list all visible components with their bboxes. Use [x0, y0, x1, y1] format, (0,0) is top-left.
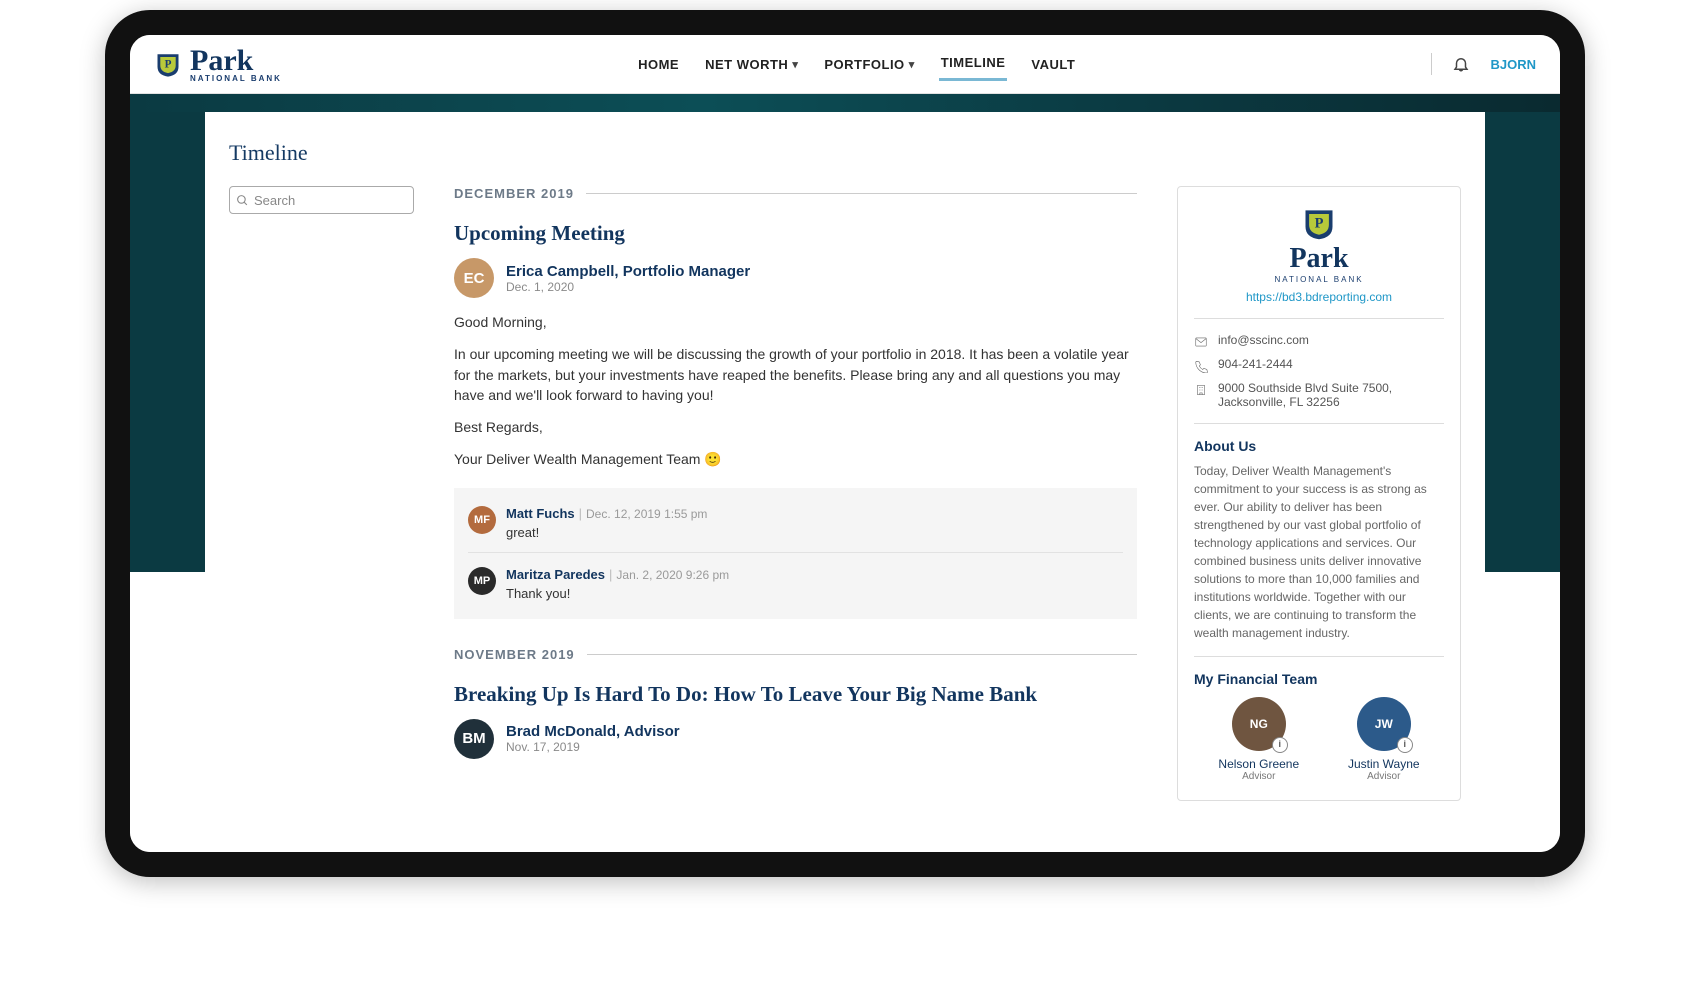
- building-icon: [1194, 383, 1208, 397]
- nav-net-worth[interactable]: NET WORTH▾: [703, 47, 800, 81]
- reply-meta: Jan. 2, 2020 9:26 pm: [616, 568, 729, 582]
- team-heading: My Financial Team: [1194, 671, 1444, 687]
- section-label: NOVEMBER 2019: [454, 647, 1137, 662]
- avatar: MP: [468, 567, 496, 595]
- brand-logo[interactable]: P Park NATIONAL BANK: [154, 46, 282, 83]
- svg-text:P: P: [1315, 216, 1324, 232]
- post-author: BM Brad McDonald, AdvisorNov. 17, 2019: [454, 719, 1137, 759]
- brand-subtitle: NATIONAL BANK: [190, 74, 282, 83]
- post-title[interactable]: Breaking Up Is Hard To Do: How To Leave …: [454, 682, 1137, 707]
- nav-portfolio[interactable]: PORTFOLIO▾: [822, 47, 916, 81]
- reply: MPMaritza Paredes|Jan. 2, 2020 9:26 pmTh…: [468, 552, 1123, 607]
- sidebar-brand-sub: NATIONAL BANK: [1194, 275, 1444, 284]
- team-member[interactable]: NGi Nelson GreeneAdvisor: [1218, 697, 1299, 782]
- avatar: MF: [468, 506, 496, 534]
- contact-address: 9000 Southside Blvd Suite 7500, Jacksonv…: [1194, 381, 1444, 409]
- about-heading: About Us: [1194, 438, 1444, 454]
- search-input[interactable]: Search: [229, 186, 414, 214]
- post-body: Good Morning,In our upcoming meeting we …: [454, 312, 1137, 470]
- replies: MFMatt Fuchs|Dec. 12, 2019 1:55 pmgreat!…: [454, 488, 1137, 619]
- author-name: Brad McDonald, Advisor: [506, 723, 680, 740]
- author-date: Nov. 17, 2019: [506, 740, 680, 754]
- chevron-down-icon: ▾: [792, 58, 798, 71]
- brand-name: Park: [190, 46, 282, 76]
- search-icon: [236, 194, 249, 207]
- notifications-icon[interactable]: [1452, 55, 1470, 73]
- author-date: Dec. 1, 2020: [506, 280, 750, 294]
- reply-author: Matt Fuchs: [506, 506, 575, 521]
- reply-meta: Dec. 12, 2019 1:55 pm: [586, 507, 707, 521]
- post-title[interactable]: Upcoming Meeting: [454, 221, 1137, 246]
- reply-body: Thank you!: [506, 586, 729, 601]
- chevron-down-icon: ▾: [909, 58, 915, 71]
- sidebar-brand-badge-icon: P: [1301, 205, 1337, 241]
- brand-badge-icon: P: [154, 50, 182, 78]
- avatar: EC: [454, 258, 494, 298]
- page-title: Timeline: [229, 140, 1485, 166]
- sidebar: P Park NATIONAL BANK https://bd3.bdrepor…: [1177, 186, 1461, 801]
- about-text: Today, Deliver Wealth Management's commi…: [1194, 462, 1444, 642]
- info-icon[interactable]: i: [1272, 737, 1288, 753]
- nav-home[interactable]: HOME: [636, 47, 681, 81]
- author-name: Erica Campbell, Portfolio Manager: [506, 263, 750, 280]
- post-author: EC Erica Campbell, Portfolio ManagerDec. …: [454, 258, 1137, 298]
- member-role: Advisor: [1348, 771, 1420, 782]
- user-menu[interactable]: BJORN: [1490, 57, 1536, 72]
- nav-vault[interactable]: VAULT: [1029, 47, 1077, 81]
- sidebar-brand-name: Park: [1194, 243, 1444, 275]
- reply-body: great!: [506, 525, 707, 540]
- contact-email[interactable]: info@sscinc.com: [1194, 333, 1444, 349]
- sidebar-url[interactable]: https://bd3.bdreporting.com: [1194, 290, 1444, 304]
- avatar: BM: [454, 719, 494, 759]
- phone-icon: [1194, 359, 1208, 373]
- search-placeholder: Search: [254, 193, 295, 208]
- device-camera: [835, 14, 855, 34]
- reply-author: Maritza Paredes: [506, 567, 605, 582]
- reply: MFMatt Fuchs|Dec. 12, 2019 1:55 pmgreat!: [468, 500, 1123, 546]
- section-label: DECEMBER 2019: [454, 186, 1137, 201]
- mail-icon: [1194, 335, 1208, 349]
- contact-phone[interactable]: 904-241-2444: [1194, 357, 1444, 373]
- avatar: JWi: [1357, 697, 1411, 751]
- avatar: NGi: [1232, 697, 1286, 751]
- member-name: Justin Wayne: [1348, 757, 1420, 771]
- top-nav: P Park NATIONAL BANK HOME NET WORTH▾ PORTF…: [130, 35, 1560, 94]
- nav-divider: [1431, 53, 1432, 75]
- member-name: Nelson Greene: [1218, 757, 1299, 771]
- member-role: Advisor: [1218, 771, 1299, 782]
- hero-strip: [130, 94, 1560, 112]
- team-member[interactable]: JWi Justin WayneAdvisor: [1348, 697, 1420, 782]
- nav-timeline[interactable]: TIMELINE: [939, 47, 1008, 81]
- info-icon[interactable]: i: [1397, 737, 1413, 753]
- svg-text:P: P: [165, 59, 172, 71]
